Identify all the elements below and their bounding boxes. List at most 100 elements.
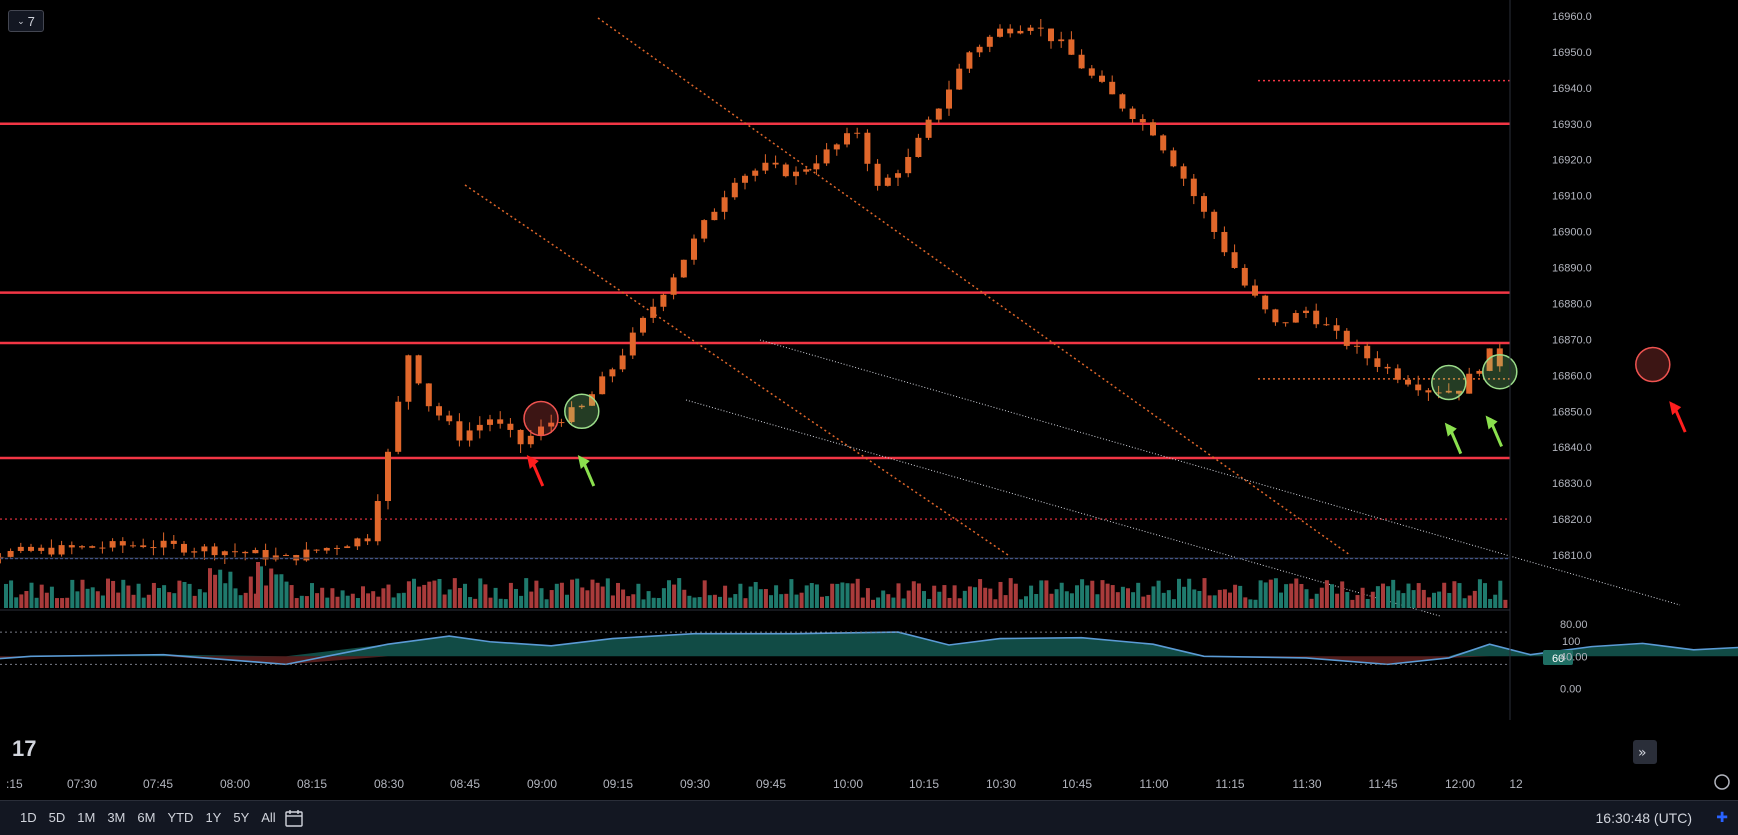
red-arrow-head (1669, 401, 1682, 416)
volume-bar (310, 583, 314, 608)
range-6m[interactable]: 6M (131, 810, 161, 825)
volume-bar (432, 580, 437, 608)
range-1d[interactable]: 1D (14, 810, 43, 825)
volume-bar (993, 599, 998, 608)
volume-bar (677, 578, 682, 608)
candle-body (1374, 358, 1381, 367)
interval-button[interactable]: ⌄ 7 (8, 10, 44, 32)
crosshair-settings-icon[interactable]: ✚ (1716, 809, 1728, 826)
volume-bar (1345, 592, 1350, 608)
volume-bar (651, 597, 656, 608)
volume-bar (80, 579, 85, 608)
volume-bar (687, 595, 692, 608)
volume-bar (1284, 584, 1289, 608)
volume-bar (1375, 586, 1380, 608)
volume-bar (1207, 595, 1212, 608)
range-1m[interactable]: 1M (71, 810, 101, 825)
candle-body (813, 163, 820, 170)
channel-line-upper (597, 17, 1351, 556)
chart-canvas[interactable]: 17 16960.016950.016940.016930.016920.016… (0, 0, 1738, 800)
volume-bar (871, 599, 875, 608)
volume-bar (922, 591, 926, 608)
candle-body (1160, 135, 1167, 151)
volume-bar (876, 597, 881, 608)
candle-body (680, 259, 687, 278)
price-tick-label: 16950.0 (1552, 47, 1592, 59)
volume-bar (493, 587, 498, 608)
candle-body (38, 547, 45, 551)
volume-bar (952, 585, 957, 608)
volume-bar (111, 580, 116, 608)
oscillator-fill-up (0, 632, 1738, 657)
volume-bar (901, 598, 906, 608)
volume-bar (289, 585, 294, 608)
volume-bar (75, 591, 80, 608)
volume-bar (1263, 582, 1268, 608)
volume-bar (1406, 583, 1411, 608)
candle-body (1099, 75, 1105, 82)
volume-bar (1335, 593, 1340, 608)
candle-body (1109, 81, 1116, 95)
volume-bar (763, 589, 768, 608)
price-tick-label: 16880.0 (1552, 298, 1592, 310)
volume-bar (1238, 585, 1243, 608)
time-tick-label: 11:00 (1139, 777, 1168, 791)
volume-bar (881, 590, 886, 608)
candle-body (619, 355, 626, 370)
volume-bar (932, 585, 937, 608)
volume-bar (442, 594, 447, 608)
volume-bar (738, 583, 743, 608)
volume-bar (1008, 578, 1013, 608)
volume-bar (1131, 592, 1136, 608)
volume-bar (427, 581, 432, 608)
volume-bar (386, 584, 391, 608)
settings-icon (1714, 774, 1730, 790)
volume-bar (519, 595, 524, 608)
range-5d[interactable]: 5D (43, 810, 72, 825)
volume-bar (1304, 589, 1309, 608)
time-tick-label: 10:30 (986, 777, 1016, 791)
volume-bar (1258, 580, 1263, 608)
volume-bar (39, 584, 44, 608)
volume-bar (1493, 594, 1498, 608)
volume-bar (1217, 589, 1222, 608)
volume-bar (1426, 597, 1431, 608)
volume-bar (294, 598, 299, 608)
range-all[interactable]: All (255, 810, 281, 825)
volume-bar (396, 593, 401, 608)
candle-body (68, 545, 75, 548)
price-tick-label: 16930.0 (1552, 119, 1592, 131)
volume-bar (616, 582, 620, 608)
volume-bar (621, 589, 626, 608)
volume-bar (1370, 591, 1375, 608)
candle-body (1466, 373, 1473, 394)
candle-body (1150, 122, 1156, 136)
volume-bar (544, 599, 549, 608)
calendar-icon[interactable] (283, 807, 305, 829)
candle-body (946, 89, 952, 109)
volume-bar (1330, 584, 1334, 608)
candle-body (323, 547, 330, 551)
range-3m[interactable]: 3M (101, 810, 131, 825)
utc-clock[interactable]: 16:30:48 (UTC) (1596, 810, 1692, 826)
range-1y[interactable]: 1Y (199, 810, 227, 825)
range-5y[interactable]: 5Y (227, 810, 255, 825)
volume-bar (1437, 591, 1442, 608)
candle-body (242, 551, 249, 554)
price-tick-label: 16910.0 (1552, 191, 1592, 203)
volume-bar (1503, 599, 1508, 608)
candle-body (354, 538, 361, 547)
candle-body (833, 144, 840, 150)
volume-bar (95, 591, 100, 608)
volume-bar (29, 582, 34, 608)
candle-body (1231, 252, 1238, 268)
range-ytd[interactable]: YTD (161, 810, 199, 825)
volume-bar (835, 583, 840, 608)
volume-bar (320, 587, 325, 608)
candle-body (79, 546, 85, 548)
candle-body (793, 171, 799, 177)
time-tick-label: 11:30 (1292, 777, 1321, 791)
volume-bar (514, 588, 518, 608)
candle-body (1007, 28, 1014, 34)
volume-bar (712, 594, 717, 608)
